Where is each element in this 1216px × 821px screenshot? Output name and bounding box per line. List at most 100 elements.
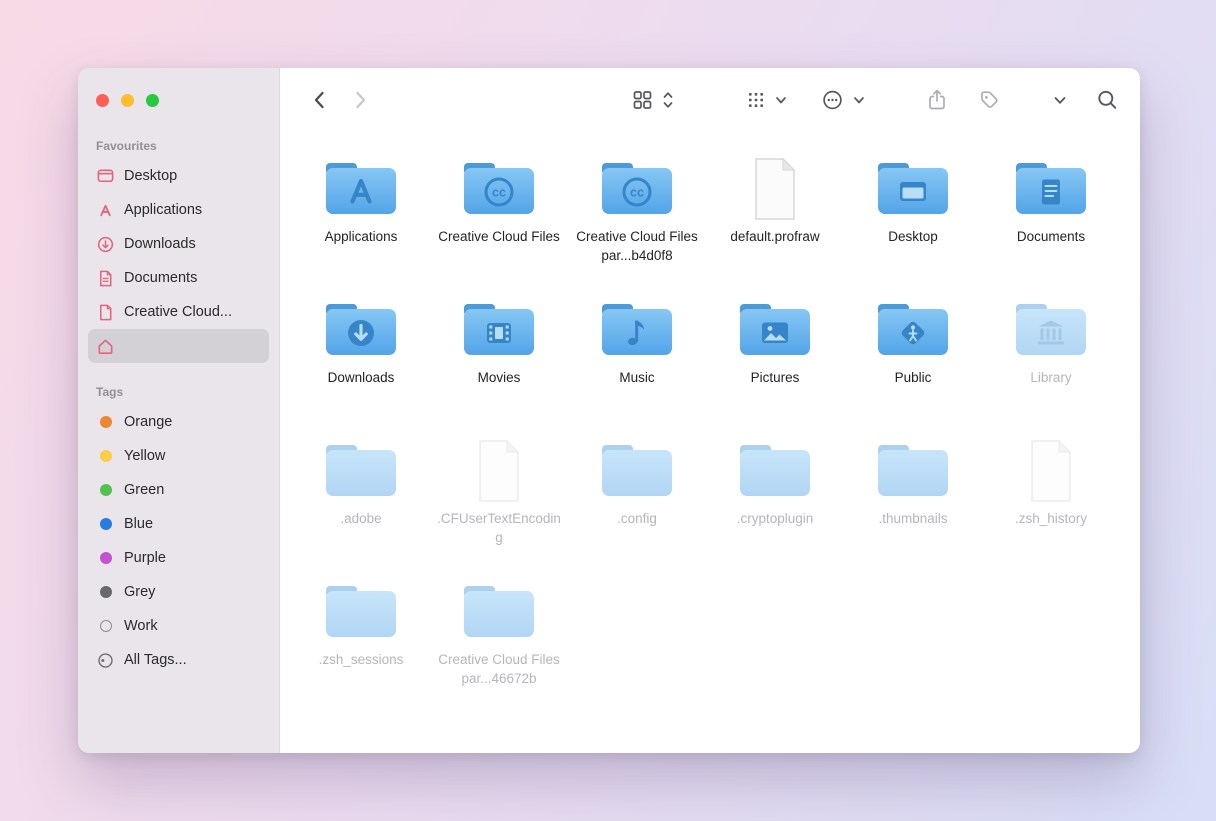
file-item-library[interactable]: Library xyxy=(982,297,1120,438)
sidebar-item-label: Creative Cloud... xyxy=(124,304,232,320)
file-item-music[interactable]: Music xyxy=(568,297,706,438)
documents-icon xyxy=(96,269,115,288)
green-tag-icon xyxy=(100,484,112,496)
file-item-desktop[interactable]: Desktop xyxy=(844,156,982,297)
file-item-cryptoplugin[interactable]: .cryptoplugin xyxy=(706,438,844,579)
file-item-pictures[interactable]: Pictures xyxy=(706,297,844,438)
all-tags-icon xyxy=(96,651,115,670)
folder-icon xyxy=(595,438,679,504)
more-actions-button[interactable] xyxy=(821,89,844,112)
forward-button[interactable] xyxy=(352,89,370,111)
finder-content: Applications Creative Cloud Files Creati… xyxy=(280,68,1140,753)
group-button[interactable] xyxy=(746,90,766,110)
sidebar-item-label: Applications xyxy=(124,202,202,218)
file-item-documents[interactable]: Documents xyxy=(982,156,1120,297)
folder-icon xyxy=(319,438,403,504)
movies-folder-icon xyxy=(457,297,541,363)
file-name: .CFUserTextEncoding xyxy=(435,509,563,547)
file-item-default-profraw[interactable]: default.profraw xyxy=(706,156,844,297)
tag-item-grey[interactable]: Grey xyxy=(88,575,269,609)
orange-tag-icon xyxy=(100,416,112,428)
sidebar-item-home[interactable] xyxy=(88,329,269,363)
tag-item-work[interactable]: Work xyxy=(88,609,269,643)
desktop-icon xyxy=(96,167,115,186)
search-button[interactable] xyxy=(1096,89,1119,112)
tag-label: Yellow xyxy=(124,448,165,464)
creative-cloud-folder-icon xyxy=(595,156,679,222)
file-name: Creative Cloud Files par...b4d0f8 xyxy=(573,227,701,265)
sidebar-item-creative-cloud[interactable]: Creative Cloud... xyxy=(88,295,269,329)
file-name: .zsh_history xyxy=(1015,509,1087,528)
group-chevron[interactable] xyxy=(774,93,788,107)
desktop-folder-icon xyxy=(871,156,955,222)
document-file-icon xyxy=(733,156,817,222)
library-folder-icon xyxy=(1009,297,1093,363)
icon-view-icon xyxy=(632,90,653,111)
document-icon xyxy=(96,303,115,322)
window-controls xyxy=(88,90,269,135)
applications-icon xyxy=(96,201,115,220)
more-circle-icon xyxy=(821,89,844,112)
file-item-movies[interactable]: Movies xyxy=(430,297,568,438)
tag-item-yellow[interactable]: Yellow xyxy=(88,439,269,473)
zoom-button[interactable] xyxy=(146,94,159,107)
group-chevron-icon xyxy=(774,93,788,107)
tag-label: All Tags... xyxy=(124,652,187,668)
file-item-creative-cloud-files-par-b4d0f8[interactable]: Creative Cloud Files par...b4d0f8 xyxy=(568,156,706,297)
file-item-adobe[interactable]: .adobe xyxy=(292,438,430,579)
file-name: Desktop xyxy=(888,227,938,246)
tag-label: Grey xyxy=(124,584,155,600)
file-item-creative-cloud-files[interactable]: Creative Cloud Files xyxy=(430,156,568,297)
toolbar xyxy=(280,68,1140,132)
tag-item-blue[interactable]: Blue xyxy=(88,507,269,541)
purple-tag-icon xyxy=(100,552,112,564)
share-button[interactable] xyxy=(926,88,948,112)
sidebar-item-documents[interactable]: Documents xyxy=(88,261,269,295)
sidebar-item-downloads[interactable]: Downloads xyxy=(88,227,269,261)
overflow-chevron-icon xyxy=(1052,92,1068,108)
grey-tag-icon xyxy=(100,586,112,598)
more-chevron[interactable] xyxy=(852,93,866,107)
file-item-thumbnails[interactable]: .thumbnails xyxy=(844,438,982,579)
file-name: .config xyxy=(617,509,657,528)
close-button[interactable] xyxy=(96,94,109,107)
folder-icon xyxy=(733,438,817,504)
search-icon xyxy=(1096,89,1119,112)
icon-view-button[interactable] xyxy=(632,90,653,111)
public-folder-icon xyxy=(871,297,955,363)
sidebar-item-label: Desktop xyxy=(124,168,177,184)
favourites-section-title: Favourites xyxy=(88,135,269,159)
file-item-zsh-sessions[interactable]: .zsh_sessions xyxy=(292,579,430,720)
view-stepper[interactable] xyxy=(661,89,675,111)
file-name: Music xyxy=(619,368,654,387)
minimize-button[interactable] xyxy=(121,94,134,107)
work-tag-icon xyxy=(100,620,112,632)
file-name: Creative Cloud Files xyxy=(438,227,560,246)
finder-window: Favourites Desktop Applications xyxy=(78,68,1140,753)
tag-item-green[interactable]: Green xyxy=(88,473,269,507)
file-item-creative-cloud-files-par-46672b[interactable]: Creative Cloud Files par...46672b xyxy=(430,579,568,720)
sidebar: Favourites Desktop Applications xyxy=(78,68,280,753)
tag-button[interactable] xyxy=(978,89,1000,111)
file-item-config[interactable]: .config xyxy=(568,438,706,579)
file-item-downloads[interactable]: Downloads xyxy=(292,297,430,438)
file-name: Downloads xyxy=(328,368,395,387)
tag-label: Orange xyxy=(124,414,172,430)
file-name: Library xyxy=(1030,368,1071,387)
file-name: Applications xyxy=(325,227,398,246)
tag-item-orange[interactable]: Orange xyxy=(88,405,269,439)
tag-item-all-tags[interactable]: All Tags... xyxy=(88,643,269,677)
back-button[interactable] xyxy=(310,89,328,111)
sidebar-item-applications[interactable]: Applications xyxy=(88,193,269,227)
file-name: .thumbnails xyxy=(878,509,947,528)
file-item-zsh-history[interactable]: .zsh_history xyxy=(982,438,1120,579)
tag-icon xyxy=(978,89,1000,111)
folder-icon xyxy=(871,438,955,504)
sidebar-item-desktop[interactable]: Desktop xyxy=(88,159,269,193)
more-chevron-icon xyxy=(852,93,866,107)
toolbar-overflow-chevron[interactable] xyxy=(1052,92,1068,108)
file-item-applications[interactable]: Applications xyxy=(292,156,430,297)
file-item-cfusertextencoding[interactable]: .CFUserTextEncoding xyxy=(430,438,568,579)
tag-item-purple[interactable]: Purple xyxy=(88,541,269,575)
file-item-public[interactable]: Public xyxy=(844,297,982,438)
